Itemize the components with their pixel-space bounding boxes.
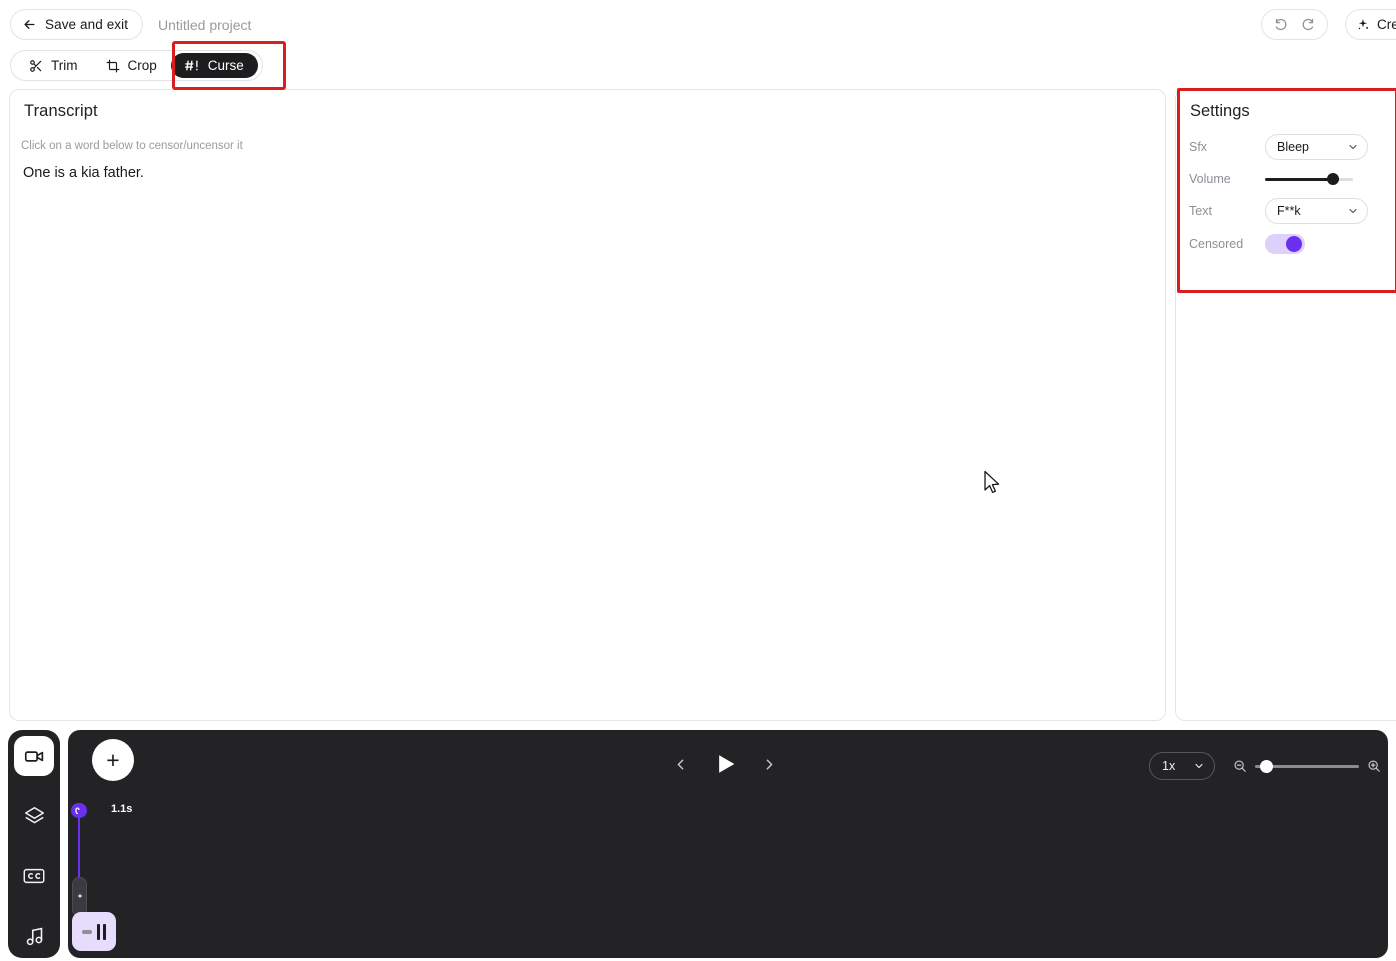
zoom-slider-group <box>1233 759 1381 773</box>
timeline-panel: + 1x 0 1.1s <box>68 730 1388 958</box>
tool-curse[interactable]: Curse <box>170 53 258 78</box>
transcript-title: Transcript <box>24 102 98 120</box>
undo-redo-group <box>1261 9 1328 40</box>
censored-label: Censored <box>1189 237 1244 251</box>
volume-slider-fill <box>1265 177 1333 181</box>
settings-title: Settings <box>1190 102 1250 120</box>
transcript-panel: Transcript Click on a word below to cens… <box>9 89 1166 721</box>
audio-clip[interactable] <box>72 912 116 951</box>
sfx-select[interactable]: Bleep <box>1265 134 1368 160</box>
tool-crop-label: Crop <box>127 58 157 73</box>
zoom-out-icon[interactable] <box>1233 759 1247 773</box>
waveform-bar <box>97 923 100 940</box>
text-label: Text <box>1189 204 1212 218</box>
tool-tabs: Trim Crop Curse <box>10 50 263 81</box>
save-and-exit-button[interactable]: Save and exit <box>10 9 144 40</box>
tool-trim[interactable]: Trim <box>15 53 92 78</box>
setting-row-text: Text F**k <box>1189 197 1389 225</box>
censored-toggle-knob <box>1286 236 1302 252</box>
tool-trim-label: Trim <box>51 58 78 73</box>
hash-bang-icon <box>184 59 200 72</box>
create-button[interactable]: Crea <box>1345 9 1396 40</box>
playback-controls <box>672 750 778 778</box>
rail-item-audio[interactable] <box>14 916 54 956</box>
settings-panel: Settings Sfx Bleep Volume Text F**k Cens… <box>1175 89 1396 721</box>
tool-curse-label: Curse <box>207 58 244 73</box>
volume-slider[interactable] <box>1265 173 1353 185</box>
chevron-down-icon <box>1347 141 1359 153</box>
top-bar: Save and exit Untitled project Crea <box>0 0 1396 48</box>
rail-item-layers[interactable] <box>14 796 54 836</box>
transcript-word[interactable]: a <box>69 165 77 181</box>
chevron-down-icon <box>1193 760 1205 772</box>
sfx-label: Sfx <box>1189 140 1208 154</box>
zoom-in-icon[interactable] <box>1367 759 1381 773</box>
volume-label: Volume <box>1189 172 1231 186</box>
audio-clip-handle <box>82 929 92 934</box>
setting-row-censored: Censored <box>1189 230 1389 258</box>
rail-item-captions[interactable] <box>14 856 54 896</box>
scissors-icon <box>29 59 43 73</box>
next-frame-button[interactable] <box>761 756 778 773</box>
tool-crop[interactable]: Crop <box>92 53 171 78</box>
playback-speed-value: 1x <box>1162 759 1176 773</box>
transcript-hint: Click on a word below to censor/uncensor… <box>21 140 243 152</box>
crop-icon <box>106 59 120 73</box>
project-title[interactable]: Untitled project <box>158 17 251 33</box>
transcript-text: One is a kia father. <box>23 165 144 181</box>
create-label: Crea <box>1377 17 1396 32</box>
arrow-left-icon <box>22 17 37 32</box>
text-select[interactable]: F**k <box>1265 198 1368 224</box>
timeline-zoom-controls: 1x <box>1149 752 1381 780</box>
sfx-value: Bleep <box>1277 140 1309 154</box>
playback-speed-select[interactable]: 1x <box>1149 752 1215 780</box>
play-button[interactable] <box>711 750 739 778</box>
setting-row-volume: Volume <box>1189 165 1389 193</box>
add-media-button[interactable]: + <box>92 739 134 781</box>
clip-duration-label: 1.1s <box>111 803 133 815</box>
media-type-rail <box>8 730 60 958</box>
text-value: F**k <box>1277 204 1301 218</box>
undo-icon[interactable] <box>1274 17 1289 32</box>
sparkle-icon <box>75 892 85 902</box>
video-icon <box>24 746 45 767</box>
effects-clip[interactable] <box>72 877 87 917</box>
setting-row-sfx: Sfx Bleep <box>1189 133 1389 161</box>
transcript-word[interactable]: father. <box>104 165 144 181</box>
transcript-word[interactable]: One <box>23 165 50 181</box>
layers-icon <box>24 806 45 827</box>
save-and-exit-label: Save and exit <box>45 17 129 32</box>
zoom-slider[interactable] <box>1255 759 1359 773</box>
transcript-word[interactable]: is <box>54 165 64 181</box>
audio-icon <box>24 926 45 947</box>
previous-frame-button[interactable] <box>672 756 689 773</box>
censored-toggle[interactable] <box>1265 234 1305 254</box>
zoom-slider-handle[interactable] <box>1260 759 1273 773</box>
chevron-down-icon <box>1347 205 1359 217</box>
captions-icon <box>23 867 45 885</box>
rail-item-video[interactable] <box>14 736 54 776</box>
waveform-bar <box>103 923 106 940</box>
volume-slider-handle[interactable] <box>1327 173 1339 185</box>
redo-icon[interactable] <box>1300 17 1315 32</box>
sparkle-icon <box>1356 18 1370 32</box>
transcript-word[interactable]: kia <box>81 165 100 181</box>
